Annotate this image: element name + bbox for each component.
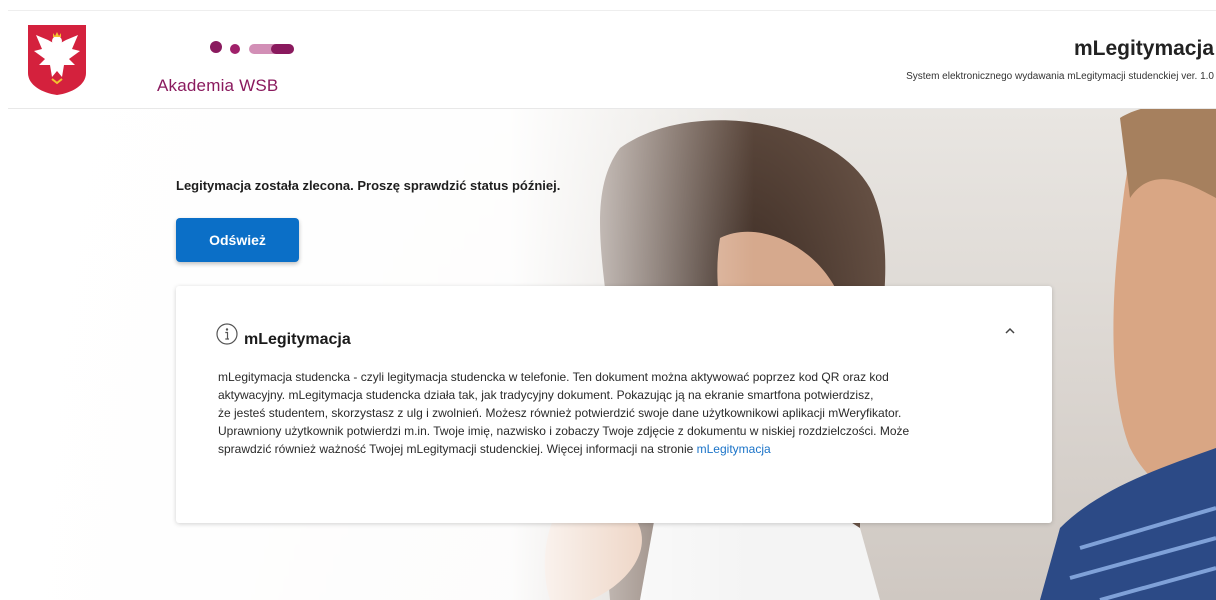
university-name: Akademia WSB [157,76,279,95]
card-description: mLegitymacja studencka - czyli legitymac… [218,368,1018,458]
description-line: aktywacyjny. mLegitymacja studencka dzia… [218,388,874,402]
mlegitymacja-link[interactable]: mLegitymacja [697,442,771,456]
description-line: Uprawniony użytkownik potwierdzi m.in. T… [218,424,910,438]
university-logo: Akademia WSB [157,36,297,96]
description-line: że jesteś studentem, skorzystasz z ulg i… [218,406,902,420]
app-title: mLegitymacja [1073,37,1214,60]
info-card: mLegitymacja mLegitymacja studencka - cz… [176,286,1052,523]
card-title: mLegitymacja [244,331,351,348]
status-message: Legitymacja została zlecona. Proszę spra… [176,178,561,193]
chevron-up-icon[interactable] [1003,324,1017,338]
description-line: mLegitymacja studencka - czyli legitymac… [218,370,889,384]
site-header: Akademia WSB mLegitymacja System elektro… [8,10,1216,109]
polish-eagle-emblem-icon [28,25,86,95]
app-subtitle: System elektronicznego wydawania mLegity… [906,71,1214,82]
page: Akademia WSB mLegitymacja System elektro… [0,0,1216,600]
refresh-button[interactable]: Odśwież [176,218,299,262]
info-circle-icon [216,323,238,345]
description-line-prefix: sprawdzić również ważność Twojej mLegity… [218,442,697,456]
wsb-logo-dots-icon [210,41,294,54]
description-line-last: sprawdzić również ważność Twojej mLegity… [218,440,1018,458]
